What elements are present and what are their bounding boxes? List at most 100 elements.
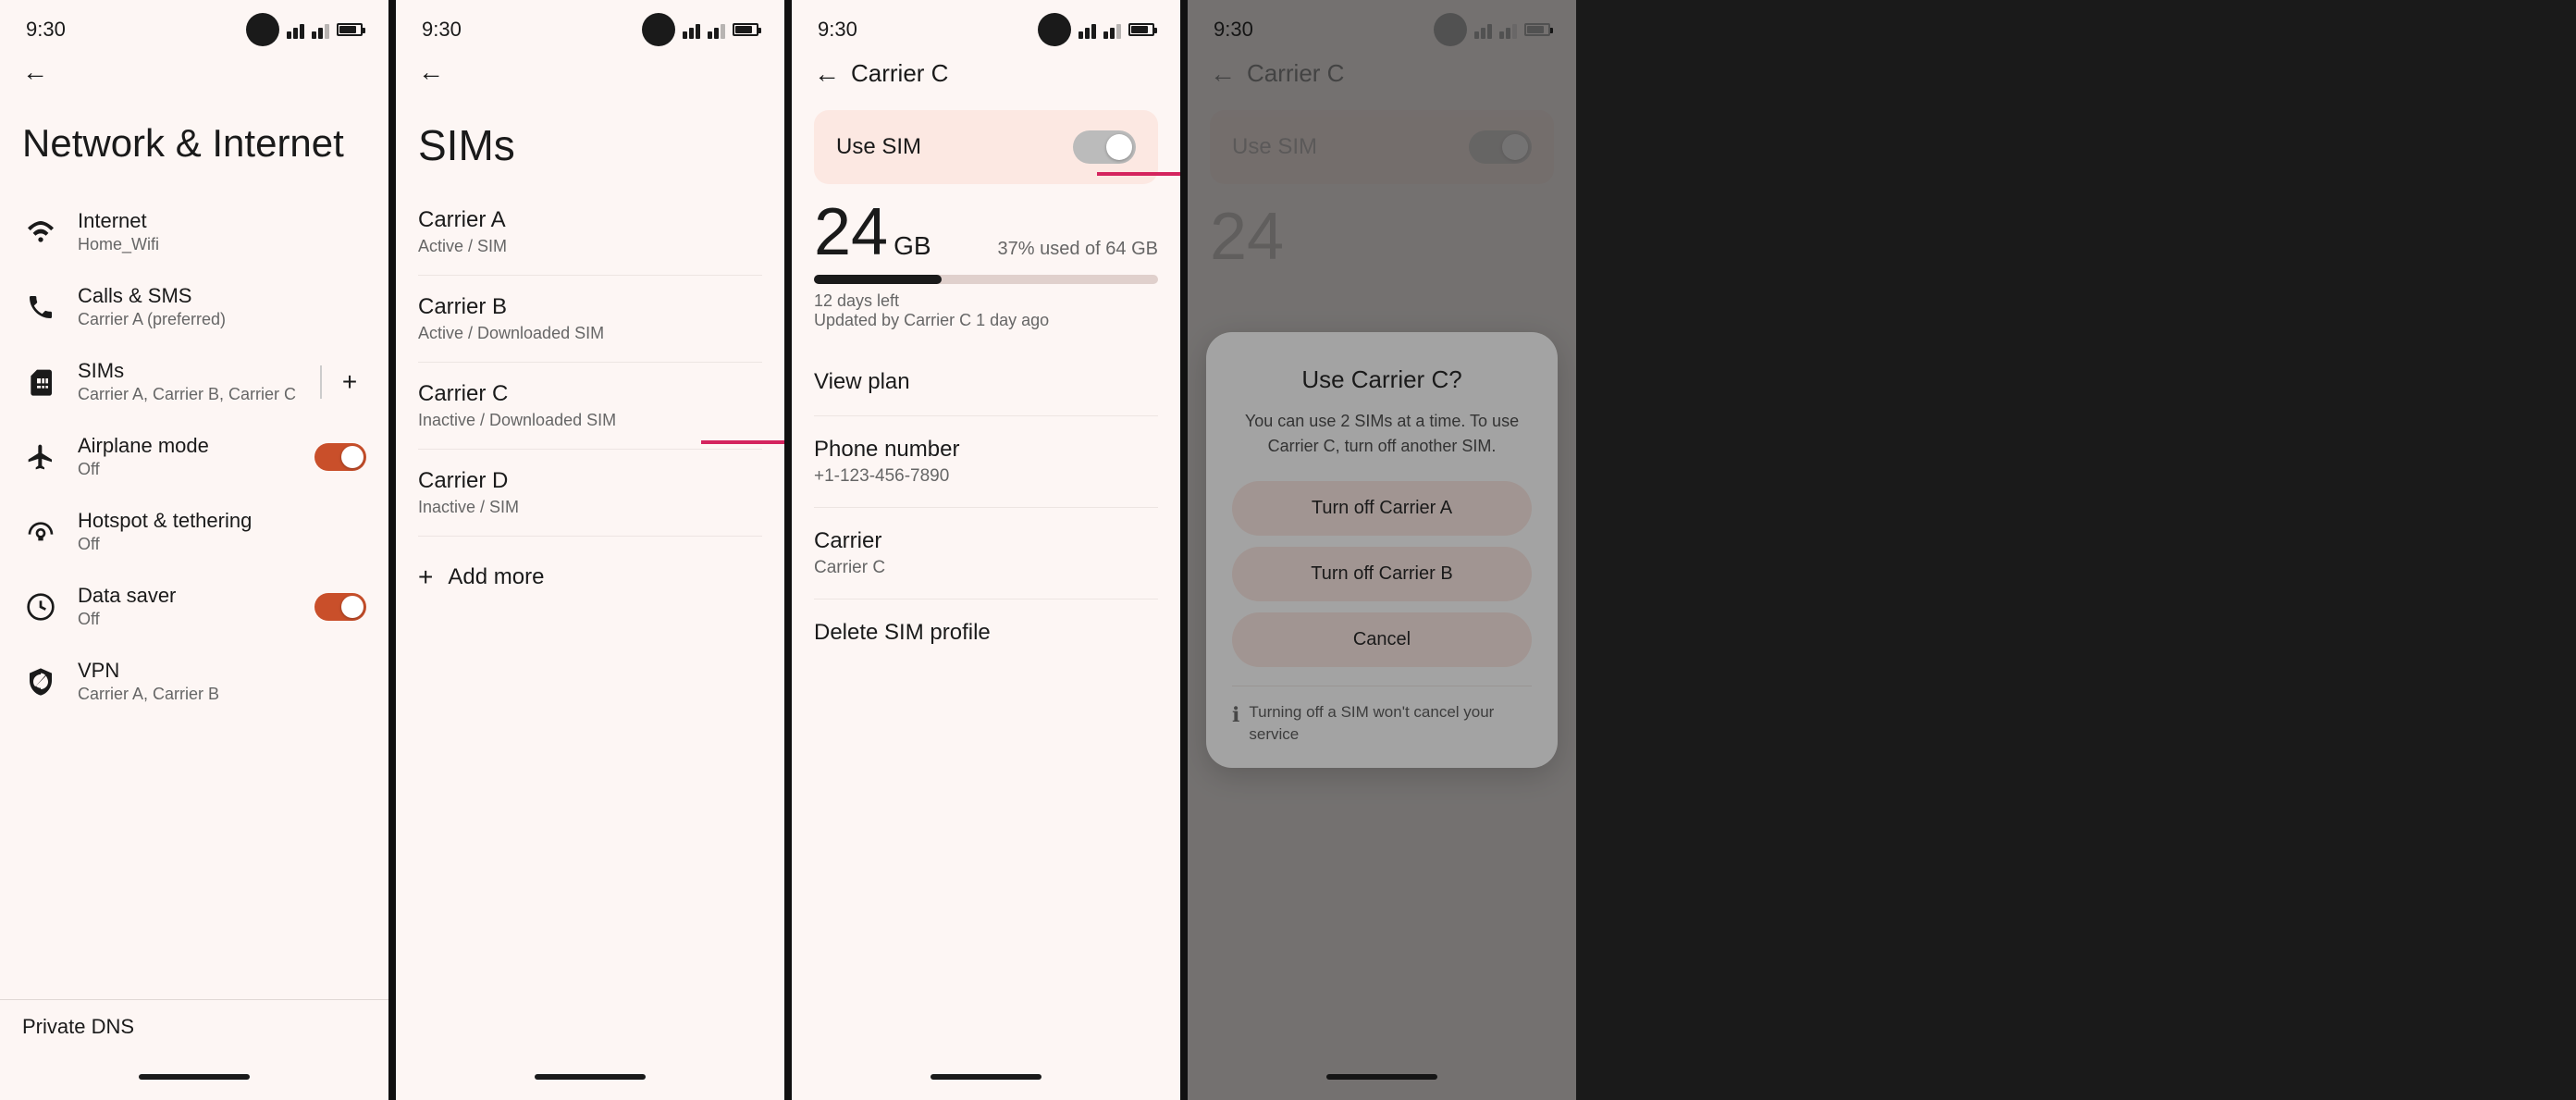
dialog-desc: You can use 2 SIMs at a time. To use Car… bbox=[1232, 409, 1532, 459]
carrier-a-status: Active / SIM bbox=[418, 237, 762, 256]
menu-item-calls[interactable]: Calls & SMS Carrier A (preferred) bbox=[22, 269, 366, 344]
menu-text-datasaver: Data saver Off bbox=[78, 584, 296, 629]
carrier-a-item[interactable]: Carrier A Active / SIM bbox=[418, 189, 762, 276]
bottom-bar-3 bbox=[792, 1063, 1180, 1100]
carrier-item[interactable]: Carrier Carrier C bbox=[814, 508, 1158, 599]
internet-label: Internet bbox=[78, 209, 366, 233]
screen3-nav-title: Carrier C bbox=[851, 59, 948, 88]
status-icons-1 bbox=[246, 13, 363, 46]
sims-sub: Carrier A, Carrier B, Carrier C bbox=[78, 385, 298, 404]
phone-number-value: +1-123-456-7890 bbox=[814, 466, 1158, 487]
carrier-d-status: Inactive / SIM bbox=[418, 498, 762, 517]
cancel-button[interactable]: Cancel bbox=[1232, 612, 1532, 667]
menu-text-calls: Calls & SMS Carrier A (preferred) bbox=[78, 284, 366, 329]
calls-label: Calls & SMS bbox=[78, 284, 366, 308]
menu-text-sims: SIMs Carrier A, Carrier B, Carrier C bbox=[78, 359, 298, 404]
info-icon: ℹ bbox=[1232, 703, 1239, 727]
status-icons-3 bbox=[1038, 13, 1154, 46]
wifi-icon-3 bbox=[1078, 20, 1096, 39]
data-progress-bar bbox=[814, 275, 1158, 284]
status-bar-3: 9:30 bbox=[792, 0, 1180, 52]
nav-back-3: ← Carrier C bbox=[792, 52, 1180, 95]
nav-pill-2 bbox=[535, 1074, 646, 1080]
vpn-sub: Carrier A, Carrier B bbox=[78, 685, 366, 704]
carrier-d-item[interactable]: Carrier D Inactive / SIM bbox=[418, 450, 762, 537]
carrier-value: Carrier C bbox=[814, 558, 1158, 578]
dialog-note: ℹ Turning off a SIM won't cancel your se… bbox=[1232, 686, 1532, 746]
screen2-content: SIMs Carrier A Active / SIM Carrier B Ac… bbox=[396, 93, 784, 1063]
arrow-svg-2 bbox=[1097, 165, 1180, 183]
signal-bars-1 bbox=[312, 20, 329, 39]
turn-off-carrier-b-button[interactable]: Turn off Carrier B bbox=[1232, 547, 1532, 601]
delete-sim-label: Delete SIM profile bbox=[814, 620, 1158, 646]
battery-icon-3 bbox=[1128, 23, 1154, 36]
status-bar-1: 9:30 bbox=[0, 0, 388, 52]
carrier-b-name: Carrier B bbox=[418, 294, 762, 320]
camera-dot-1 bbox=[246, 13, 279, 46]
datasaver-label: Data saver bbox=[78, 584, 296, 608]
sims-page-title: SIMs bbox=[418, 120, 762, 170]
arrow-svg-1 bbox=[701, 433, 784, 451]
airplane-toggle[interactable] bbox=[314, 443, 366, 471]
menu-text-airplane: Airplane mode Off bbox=[78, 434, 296, 479]
dialog-note-text: Turning off a SIM won't cancel your serv… bbox=[1249, 701, 1532, 746]
add-sim-button[interactable]: + bbox=[333, 365, 366, 399]
screen3-carrier-c: 9:30 ← Carrier C Use SIM bbox=[792, 0, 1180, 1100]
hotspot-icon bbox=[22, 513, 59, 550]
wifi-icon-2 bbox=[683, 20, 700, 39]
menu-item-internet[interactable]: Internet Home_Wifi bbox=[22, 194, 366, 269]
datasaver-toggle[interactable] bbox=[314, 593, 366, 621]
status-bar-2: 9:30 bbox=[396, 0, 784, 52]
data-unit: GB bbox=[894, 231, 931, 261]
carrier-b-item[interactable]: Carrier B Active / Downloaded SIM bbox=[418, 276, 762, 363]
nav-back-2: ← bbox=[396, 52, 784, 93]
nav-pill-1 bbox=[139, 1074, 250, 1080]
screen4-dialog: 9:30 ← Carrier C Use SIM bbox=[1188, 0, 1576, 1100]
back-arrow-3[interactable]: ← bbox=[814, 61, 840, 87]
menu-item-hotspot[interactable]: Hotspot & tethering Off bbox=[22, 494, 366, 569]
arrow-2 bbox=[1097, 165, 1180, 188]
dialog-overlay: Use Carrier C? You can use 2 SIMs at a t… bbox=[1188, 0, 1576, 1100]
internet-sub: Home_Wifi bbox=[78, 235, 366, 254]
phone-number-label: Phone number bbox=[814, 437, 1158, 463]
days-left: 12 days left bbox=[814, 291, 1158, 311]
carrier-d-name: Carrier D bbox=[418, 468, 762, 494]
delete-sim-item[interactable]: Delete SIM profile bbox=[814, 599, 1158, 666]
carrier-c-status: Inactive / Downloaded SIM bbox=[418, 411, 762, 430]
bottom-bar-1 bbox=[0, 1063, 388, 1100]
sim-divider-line bbox=[320, 365, 322, 399]
phone-number-item[interactable]: Phone number +1-123-456-7890 bbox=[814, 416, 1158, 508]
carrier-b-status: Active / Downloaded SIM bbox=[418, 324, 762, 343]
add-more-button[interactable]: + Add more bbox=[418, 544, 762, 611]
view-plan-item[interactable]: View plan bbox=[814, 349, 1158, 416]
use-sim-toggle[interactable] bbox=[1073, 130, 1136, 164]
data-progress-fill bbox=[814, 275, 942, 284]
calls-sub: Carrier A (preferred) bbox=[78, 310, 366, 329]
carrier-c-name: Carrier C bbox=[418, 381, 762, 407]
screen1-content: Network & Internet Internet Home_Wifi Ca… bbox=[0, 93, 388, 1063]
camera-dot-2 bbox=[642, 13, 675, 46]
airplane-sub: Off bbox=[78, 460, 296, 479]
time-1: 9:30 bbox=[26, 18, 66, 42]
menu-item-datasaver[interactable]: Data saver Off bbox=[22, 569, 366, 644]
menu-item-sims[interactable]: SIMs Carrier A, Carrier B, Carrier C + bbox=[22, 344, 366, 419]
add-more-plus-icon: + bbox=[418, 562, 433, 592]
menu-item-airplane[interactable]: Airplane mode Off bbox=[22, 419, 366, 494]
view-plan-label: View plan bbox=[814, 369, 1158, 395]
private-dns-item[interactable]: Private DNS bbox=[0, 999, 388, 1054]
menu-text-hotspot: Hotspot & tethering Off bbox=[78, 509, 366, 554]
page-title-1: Network & Internet bbox=[22, 120, 366, 167]
menu-item-vpn[interactable]: VPN Carrier A, Carrier B bbox=[22, 644, 366, 719]
signal-bars-2 bbox=[708, 20, 725, 39]
airplane-label: Airplane mode bbox=[78, 434, 296, 458]
sims-label: SIMs bbox=[78, 359, 298, 383]
turn-off-carrier-a-button[interactable]: Turn off Carrier A bbox=[1232, 481, 1532, 536]
screen1-network-internet: 9:30 ← Network & Internet Internet bbox=[0, 0, 388, 1100]
data-percent: 37% used of 64 GB bbox=[998, 239, 1158, 260]
sims-right: + bbox=[316, 365, 366, 399]
back-arrow-1[interactable]: ← bbox=[22, 59, 48, 85]
back-arrow-2[interactable]: ← bbox=[418, 59, 444, 85]
nav-pill-3 bbox=[931, 1074, 1041, 1080]
time-3: 9:30 bbox=[818, 18, 857, 42]
data-gb: 24 GB bbox=[814, 199, 931, 266]
